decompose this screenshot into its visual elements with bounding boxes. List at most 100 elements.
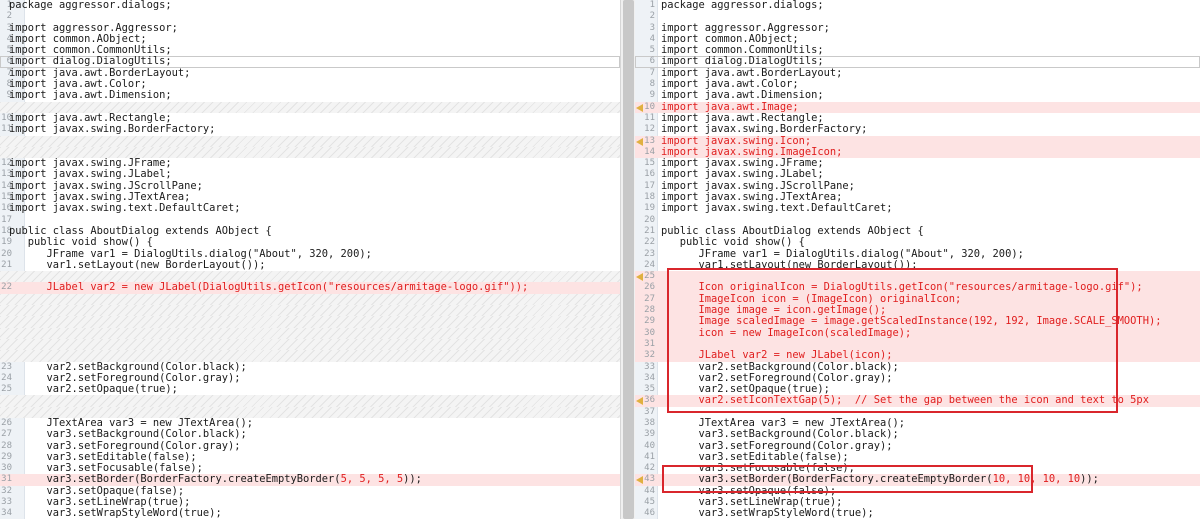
code-line[interactable]: 9 import java.awt.Dimension; <box>0 89 620 102</box>
line-number: 23 <box>644 248 655 259</box>
line-number: 40 <box>644 440 655 451</box>
code-text: import java.awt.Dimension; <box>661 89 824 102</box>
line-number: 30 <box>644 327 655 338</box>
code-text: var3.setBackground(Color.black); <box>9 428 247 441</box>
code-text: import javax.swing.text.DefaultCaret; <box>661 202 893 215</box>
line-number: 19 <box>644 203 655 214</box>
right-code-lines: 1 package aggressor.dialogs; 2 3 import aggr… <box>635 0 1200 519</box>
line-number: 34 <box>644 372 655 383</box>
line-number: 17 <box>644 180 655 191</box>
line-number: 4 <box>649 33 655 44</box>
line-number: 21 <box>644 225 655 236</box>
code-line[interactable]: 22 public void show() { <box>635 236 1200 249</box>
diff-gap <box>0 293 620 306</box>
line-number: 45 <box>644 497 655 508</box>
line-number: 2 <box>649 11 655 22</box>
line-number: 31 <box>644 338 655 349</box>
line-number: 24 <box>644 259 655 270</box>
line-number: 8 <box>649 79 655 90</box>
line-number: 12 <box>644 124 655 135</box>
left-code-pane[interactable]: 1 package aggressor.dialogs; 2 3 import aggr… <box>0 0 620 519</box>
line-number: 25 <box>644 271 655 282</box>
line-number: 33 <box>644 361 655 372</box>
code-line[interactable]: 12 import javax.swing.BorderFactory; <box>635 123 1200 135</box>
code-text: import javax.swing.text.DefaultCaret; <box>9 202 241 215</box>
line-number: 13 <box>644 135 655 146</box>
line-number: 35 <box>644 384 655 395</box>
line-number: 43 <box>644 474 655 485</box>
code-text: package aggressor.dialogs; <box>9 0 172 11</box>
left-code-lines: 1 package aggressor.dialogs; 2 3 import aggr… <box>0 0 620 519</box>
line-number: 20 <box>644 214 655 225</box>
code-line[interactable]: 29 Image scaledImage = image.getScaledIn… <box>635 315 1200 328</box>
code-line[interactable]: 19 import javax.swing.text.DefaultCaret; <box>635 202 1200 215</box>
diff-gap <box>0 350 620 362</box>
line-number: 9 <box>649 90 655 101</box>
line-number: 18 <box>644 192 655 203</box>
line-number: 28 <box>644 305 655 316</box>
line-number: 3 <box>649 22 655 33</box>
line-number: 5 <box>649 45 655 56</box>
line-number: 42 <box>644 463 655 474</box>
line-number: 39 <box>644 429 655 440</box>
code-line[interactable]: 34 var3.setWrapStyleWord(true); <box>0 508 620 519</box>
code-text: import javax.swing.BorderFactory; <box>9 123 216 136</box>
code-line[interactable]: 24 var1.setLayout(new BorderLayout()); <box>635 259 1200 271</box>
code-line[interactable]: 19 public void show() { <box>0 236 620 249</box>
code-text: JLabel var2 = new JLabel(icon); <box>661 349 893 362</box>
diff-gap <box>0 338 620 351</box>
line-number: 37 <box>644 406 655 417</box>
code-text: var3.setBackground(Color.black); <box>661 428 899 441</box>
line-number: 15 <box>644 158 655 169</box>
code-text: public void show() { <box>9 236 153 249</box>
code-line[interactable]: 32 JLabel var2 = new JLabel(icon); <box>635 349 1200 362</box>
code-line[interactable]: 1 package aggressor.dialogs; <box>0 0 620 11</box>
line-number: 7 <box>649 67 655 78</box>
line-number: 26 <box>644 282 655 293</box>
right-code-pane[interactable]: 1 package aggressor.dialogs; 2 3 import aggr… <box>635 0 1200 519</box>
changed-token: 10, 10, 10, 10 <box>992 473 1081 486</box>
line-number: 2 <box>6 11 12 22</box>
code-text: var1.setLayout(new BorderLayout()); <box>9 258 266 271</box>
line-number: 14 <box>644 146 655 157</box>
code-line[interactable]: 16 import javax.swing.text.DefaultCaret; <box>0 202 620 215</box>
code-text: public void show() { <box>661 236 805 249</box>
code-text: Image scaledImage = image.getScaledInsta… <box>661 315 1162 328</box>
code-line[interactable]: 27 var3.setBackground(Color.black); <box>0 428 620 441</box>
line-number: 41 <box>644 451 655 462</box>
code-line[interactable]: 36 var2.setIconTextGap(5); // Set the ga… <box>635 394 1200 407</box>
line-number: 27 <box>644 293 655 304</box>
line-number: 38 <box>644 417 655 428</box>
line-number: 32 <box>644 350 655 361</box>
code-line[interactable]: 22 JLabel var2 = new JLabel(DialogUtils.… <box>0 281 620 294</box>
code-text: var3.setWrapStyleWord(true); <box>9 507 222 519</box>
code-line[interactable]: 2 <box>0 11 620 22</box>
diff-gap <box>0 395 620 407</box>
code-text: icon = new ImageIcon(scaledImage); <box>661 326 912 339</box>
scrollbar-thumb[interactable] <box>623 0 634 519</box>
code-text: package aggressor.dialogs; <box>661 0 824 11</box>
changed-token: 5, 5, 5, 5 <box>340 473 404 486</box>
line-number: 46 <box>644 508 655 519</box>
code-text: var2.setOpaque(true); <box>9 383 178 396</box>
code-line[interactable]: 9 import java.awt.Dimension; <box>635 89 1200 102</box>
diff-gap <box>0 316 620 328</box>
code-line[interactable]: 39 var3.setBackground(Color.black); <box>635 428 1200 441</box>
diff-gap <box>0 305 620 317</box>
line-number: 29 <box>644 316 655 327</box>
code-text: var2.setIconTextGap(5); // Set the gap b… <box>661 394 1149 407</box>
line-number: 22 <box>644 237 655 248</box>
line-number: 16 <box>644 169 655 180</box>
code-line[interactable]: 25 var2.setOpaque(true); <box>0 383 620 396</box>
line-number: 6 <box>649 56 655 67</box>
code-line[interactable]: 11 import javax.swing.BorderFactory; <box>0 123 620 136</box>
line-number: 10 <box>644 101 655 112</box>
code-line[interactable]: 2 <box>635 11 1200 22</box>
code-text: JLabel var2 = new JLabel(DialogUtils.get… <box>9 281 529 294</box>
code-line[interactable]: 21 var1.setLayout(new BorderLayout()); <box>0 258 620 271</box>
code-line[interactable]: 1 package aggressor.dialogs; <box>635 0 1200 11</box>
code-line[interactable]: 30 icon = new ImageIcon(scaledImage); <box>635 326 1200 339</box>
diff-gap <box>0 135 620 147</box>
code-line[interactable]: 46 var3.setWrapStyleWord(true); <box>635 508 1200 519</box>
code-text: import java.awt.Dimension; <box>9 89 172 102</box>
